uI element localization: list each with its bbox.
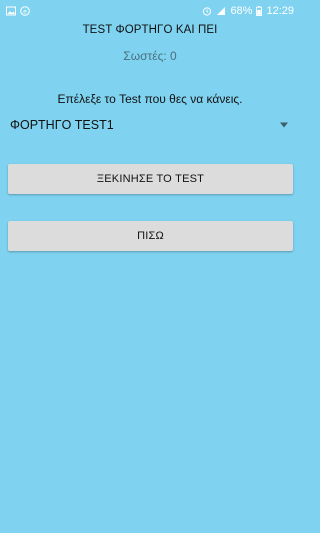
selected-test-value: ΦΟΡΤΗΓΟ TEST1 bbox=[10, 118, 114, 132]
back-button[interactable]: ΠΙΣΩ bbox=[8, 221, 293, 251]
alarm-icon bbox=[202, 6, 212, 16]
dropdown-arrow-icon bbox=[279, 121, 289, 129]
score-text: Σωστές: 0 bbox=[123, 49, 177, 63]
status-time: 12:29 bbox=[266, 5, 294, 17]
battery-percent: 68% bbox=[230, 5, 253, 17]
page-title: TEST ΦΟΡΤΗΓΟ ΚΑΙ ΠΕΙ bbox=[82, 24, 218, 36]
status-left: e bbox=[6, 6, 30, 16]
battery-icon bbox=[256, 6, 263, 16]
signal-icon bbox=[216, 6, 226, 16]
status-right: 68% 12:29 bbox=[202, 5, 294, 17]
start-test-button[interactable]: ΞΕΚΙΝΗΣΕ ΤΟ TEST bbox=[8, 164, 293, 194]
test-selection-prompt: Επέλεξε το Test που θες να κάνεις. bbox=[57, 92, 243, 106]
test-select-dropdown[interactable]: ΦΟΡΤΗΓΟ TEST1 bbox=[8, 112, 292, 138]
image-icon bbox=[6, 6, 16, 16]
svg-text:e: e bbox=[23, 8, 27, 15]
app-notification-icon: e bbox=[20, 6, 30, 16]
status-bar: e 68% 12:29 bbox=[0, 0, 300, 22]
